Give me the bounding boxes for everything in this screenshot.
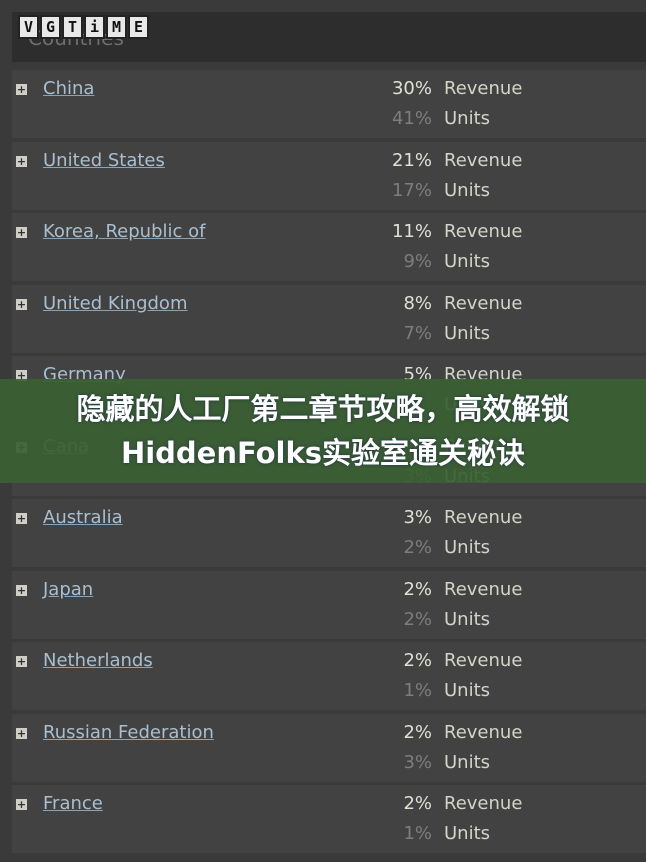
expand-plus-icon[interactable]: +: [16, 656, 27, 667]
expand-plus-icon[interactable]: +: [16, 584, 27, 596]
country-link[interactable]: United Kingdom: [43, 293, 187, 314]
expand-plus-icon[interactable]: +: [16, 727, 27, 739]
country-link[interactable]: Australia: [43, 507, 123, 528]
units-label: Units: [444, 251, 491, 272]
country-link[interactable]: Netherlands: [43, 650, 153, 671]
expand-plus-icon[interactable]: +: [16, 513, 27, 524]
country-link[interactable]: Japan: [43, 579, 93, 600]
revenue-label: Revenue: [444, 149, 523, 171]
revenue-label: Revenue: [444, 507, 523, 528]
revenue-percent: 2%: [403, 578, 432, 600]
units-label: Units: [444, 322, 491, 344]
revenue-percent: 2%: [403, 793, 432, 814]
country-row: + Russian Federation 2% Revenue 3% Units: [12, 713, 646, 782]
units-percent: 2%: [403, 537, 432, 558]
country-row: + Netherlands 2% Revenue 1% Units: [12, 642, 646, 710]
units-percent: 7%: [403, 322, 432, 344]
revenue-label: Revenue: [444, 793, 523, 814]
watermark-logo: VGTiME: [18, 15, 149, 39]
country-link[interactable]: Russian Federation: [43, 722, 214, 743]
expand-plus-icon[interactable]: +: [16, 298, 27, 310]
expand-plus-icon[interactable]: +: [16, 155, 27, 167]
country-link[interactable]: China: [43, 78, 94, 99]
units-label: Units: [444, 108, 491, 129]
revenue-percent: 21%: [391, 149, 432, 171]
revenue-label: Revenue: [444, 78, 523, 99]
revenue-percent: 30%: [391, 78, 432, 99]
revenue-percent: 3%: [403, 507, 432, 528]
country-row: + Japan 2% Revenue 2% Units: [12, 570, 646, 639]
country-row: + United States 21% Revenue 17% Units: [12, 141, 646, 210]
title-banner: 隐藏的人工厂第二章节攻略，高效解锁HiddenFolks实验室通关秘诀: [0, 379, 646, 483]
units-percent: 41%: [391, 108, 432, 129]
units-percent: 2%: [403, 608, 432, 630]
country-link[interactable]: United States: [43, 150, 165, 171]
revenue-percent: 11%: [391, 221, 432, 242]
country-link[interactable]: Korea, Republic of: [43, 221, 205, 242]
revenue-label: Revenue: [444, 221, 523, 242]
units-label: Units: [444, 179, 491, 201]
units-label: Units: [444, 680, 491, 701]
revenue-label: Revenue: [444, 292, 523, 314]
revenue-label: Revenue: [444, 650, 523, 671]
expand-plus-icon[interactable]: +: [16, 799, 27, 810]
units-percent: 17%: [391, 179, 432, 201]
revenue-percent: 2%: [403, 721, 432, 743]
banner-title: 隐藏的人工厂第二章节攻略，高效解锁HiddenFolks实验室通关秘诀: [76, 392, 570, 470]
revenue-label: Revenue: [444, 721, 523, 743]
units-label: Units: [444, 823, 491, 844]
units-label: Units: [444, 751, 491, 773]
revenue-percent: 2%: [403, 650, 432, 671]
expand-plus-icon[interactable]: +: [16, 84, 27, 95]
country-row: + Australia 3% Revenue 2% Units: [12, 499, 646, 567]
country-row: + United Kingdom 8% Revenue 7% Units: [12, 284, 646, 353]
country-row: + France 2% Revenue 1% Units: [12, 785, 646, 853]
country-link[interactable]: France: [43, 793, 103, 814]
country-row: + Korea, Republic of 11% Revenue 9% Unit…: [12, 213, 646, 281]
revenue-label: Revenue: [444, 578, 523, 600]
units-label: Units: [444, 608, 491, 630]
units-label: Units: [444, 537, 491, 558]
revenue-percent: 8%: [403, 292, 432, 314]
country-row: + China 30% Revenue 41% Units: [12, 70, 646, 138]
units-percent: 1%: [403, 680, 432, 701]
expand-plus-icon[interactable]: +: [16, 227, 27, 238]
units-percent: 3%: [403, 751, 432, 773]
units-percent: 9%: [403, 251, 432, 272]
units-percent: 1%: [403, 823, 432, 844]
